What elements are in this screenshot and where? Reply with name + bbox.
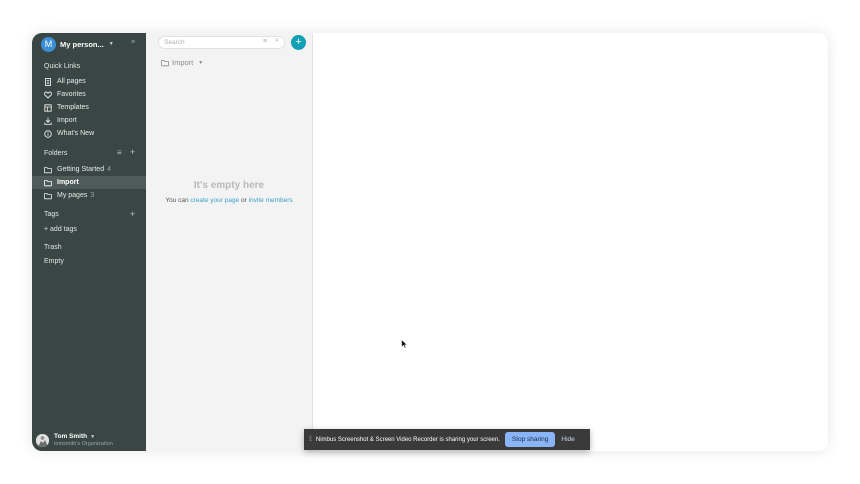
user-menu[interactable]: Tom Smith ▼ tomsmith's Organization — [36, 433, 113, 447]
share-message: Nimbus Screenshot & Screen Video Recorde… — [315, 436, 500, 443]
workspace-name: My person... — [60, 39, 104, 49]
sidebar-item-templates[interactable]: Templates — [44, 101, 89, 114]
template-icon — [44, 103, 52, 112]
sidebar-item-label: Import — [57, 117, 77, 124]
chevron-down-icon: ▼ — [90, 433, 96, 440]
sidebar-item-all-pages[interactable]: All pages — [44, 75, 86, 88]
quick-links-title: Quick Links — [44, 63, 81, 70]
sidebar-item-label: What's New — [57, 130, 95, 137]
trash-title[interactable]: Trash — [44, 244, 62, 251]
user-name: Tom Smith — [54, 433, 88, 440]
workspace-avatar: M — [41, 36, 56, 52]
add-folder-icon[interactable]: + — [130, 147, 135, 157]
workspace-switcher[interactable]: M My person... ▼ — [41, 36, 114, 52]
hide-button[interactable]: Hide — [561, 436, 574, 443]
trash-empty-text: Empty — [44, 258, 64, 265]
sidebar-item-label: All pages — [57, 78, 86, 85]
create-page-link[interactable]: create your page — [190, 197, 239, 204]
add-tag-icon[interactable]: + — [130, 209, 135, 219]
sidebar-item-whats-new[interactable]: What's New — [44, 127, 94, 140]
folder-count: 4 — [107, 166, 111, 173]
sidebar-item-label: Favorites — [57, 91, 86, 98]
avatar — [36, 433, 49, 447]
heart-icon — [44, 91, 52, 99]
empty-text: You can — [165, 197, 191, 204]
folder-item-getting-started[interactable]: Getting Started 4 — [32, 163, 146, 176]
user-organization: tomsmith's Organization — [54, 441, 113, 447]
chevron-down-icon: ▼ — [108, 41, 114, 47]
invite-members-link[interactable]: invite members — [249, 197, 293, 204]
folder-icon — [44, 192, 52, 200]
filter-icon[interactable]: ≡ — [263, 38, 267, 45]
empty-text: or — [239, 197, 249, 204]
page-list-panel: ≡ ⌕ + Import ▼ It's empty here You can c… — [146, 33, 313, 451]
folder-item-my-pages[interactable]: My pages 3 — [32, 189, 146, 202]
search-input[interactable] — [164, 37, 259, 48]
stop-sharing-button[interactable]: Stop sharing — [504, 432, 556, 447]
sidebar: M My person... ▼ ≡ Quick Links All pages… — [32, 33, 146, 451]
breadcrumb-label: Import — [172, 58, 194, 67]
folder-count: 3 — [90, 192, 95, 199]
add-tags-link[interactable]: + add tags — [44, 226, 77, 233]
screen-share-bar: ⁞⁞ Nimbus Screenshot & Screen Video Reco… — [304, 429, 590, 450]
sidebar-item-import[interactable]: Import — [44, 114, 77, 127]
sort-icon[interactable]: ≡ — [117, 148, 122, 157]
info-icon — [44, 129, 52, 138]
sidebar-item-label: Templates — [57, 104, 89, 111]
folder-label: Getting Started — [57, 166, 105, 173]
search-icon[interactable]: ⌕ — [275, 37, 279, 45]
page-icon — [44, 77, 52, 86]
drag-handle-icon[interactable]: ⁞⁞ — [309, 436, 312, 443]
folder-label: Import — [57, 179, 79, 186]
tags-title: Tags — [44, 211, 59, 218]
folder-icon — [44, 166, 52, 174]
folder-label: My pages — [57, 192, 88, 199]
folder-icon — [44, 179, 52, 187]
search-box: ≡ ⌕ — [158, 36, 285, 49]
empty-state-description: You can create your page or invite membe… — [146, 197, 312, 204]
folders-title: Folders — [44, 150, 68, 157]
add-page-button[interactable]: + — [291, 35, 306, 50]
breadcrumb[interactable]: Import ▼ — [161, 58, 203, 67]
folder-icon — [161, 59, 169, 67]
collapse-sidebar-icon[interactable]: ≡ — [131, 39, 135, 46]
empty-state-title: It's empty here — [193, 180, 265, 191]
folder-item-import[interactable]: Import — [32, 176, 146, 189]
app-window: M My person... ▼ ≡ Quick Links All pages… — [32, 33, 828, 451]
sidebar-item-favorites[interactable]: Favorites — [44, 88, 86, 101]
content-area — [313, 33, 828, 451]
download-icon — [44, 117, 52, 125]
chevron-down-icon: ▼ — [198, 59, 204, 66]
mouse-cursor-icon — [401, 336, 409, 354]
